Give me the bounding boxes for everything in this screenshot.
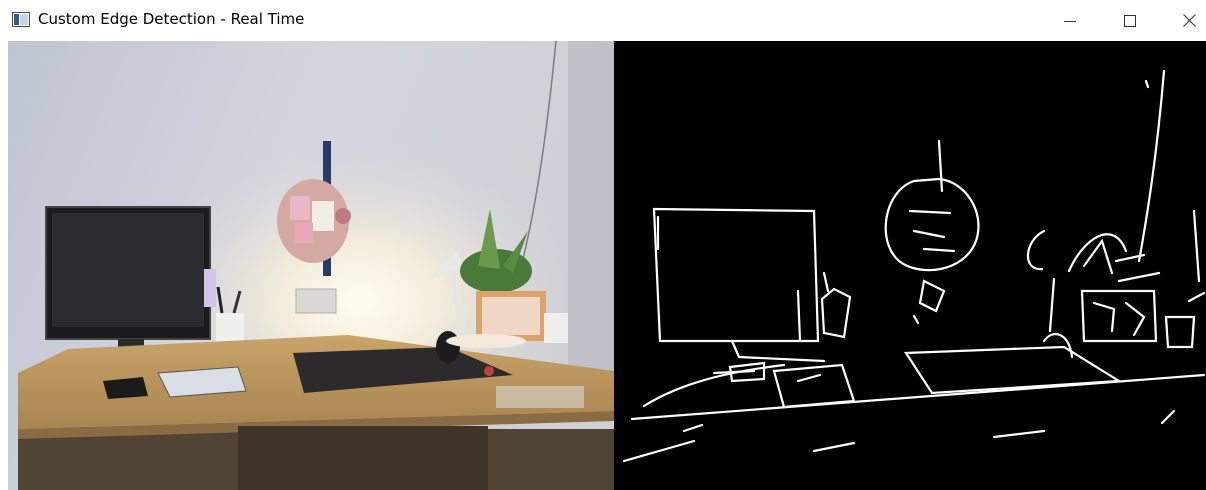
edge-map-pane xyxy=(614,41,1206,490)
window-title: Custom Edge Detection - Real Time xyxy=(38,10,305,28)
camera-frame-pane xyxy=(8,41,614,490)
minimize-button[interactable] xyxy=(1047,0,1093,41)
edge-map-image xyxy=(614,41,1206,490)
app-window: Custom Edge Detection - Real Time xyxy=(0,0,1206,490)
app-window-icon xyxy=(12,12,30,27)
title-bar[interactable]: Custom Edge Detection - Real Time xyxy=(0,0,1206,41)
camera-frame-image xyxy=(8,41,614,490)
close-icon xyxy=(1182,14,1196,27)
maximize-icon xyxy=(1124,14,1136,27)
minimize-icon xyxy=(1064,20,1076,22)
close-button[interactable] xyxy=(1166,0,1206,41)
maximize-button[interactable] xyxy=(1107,0,1153,41)
